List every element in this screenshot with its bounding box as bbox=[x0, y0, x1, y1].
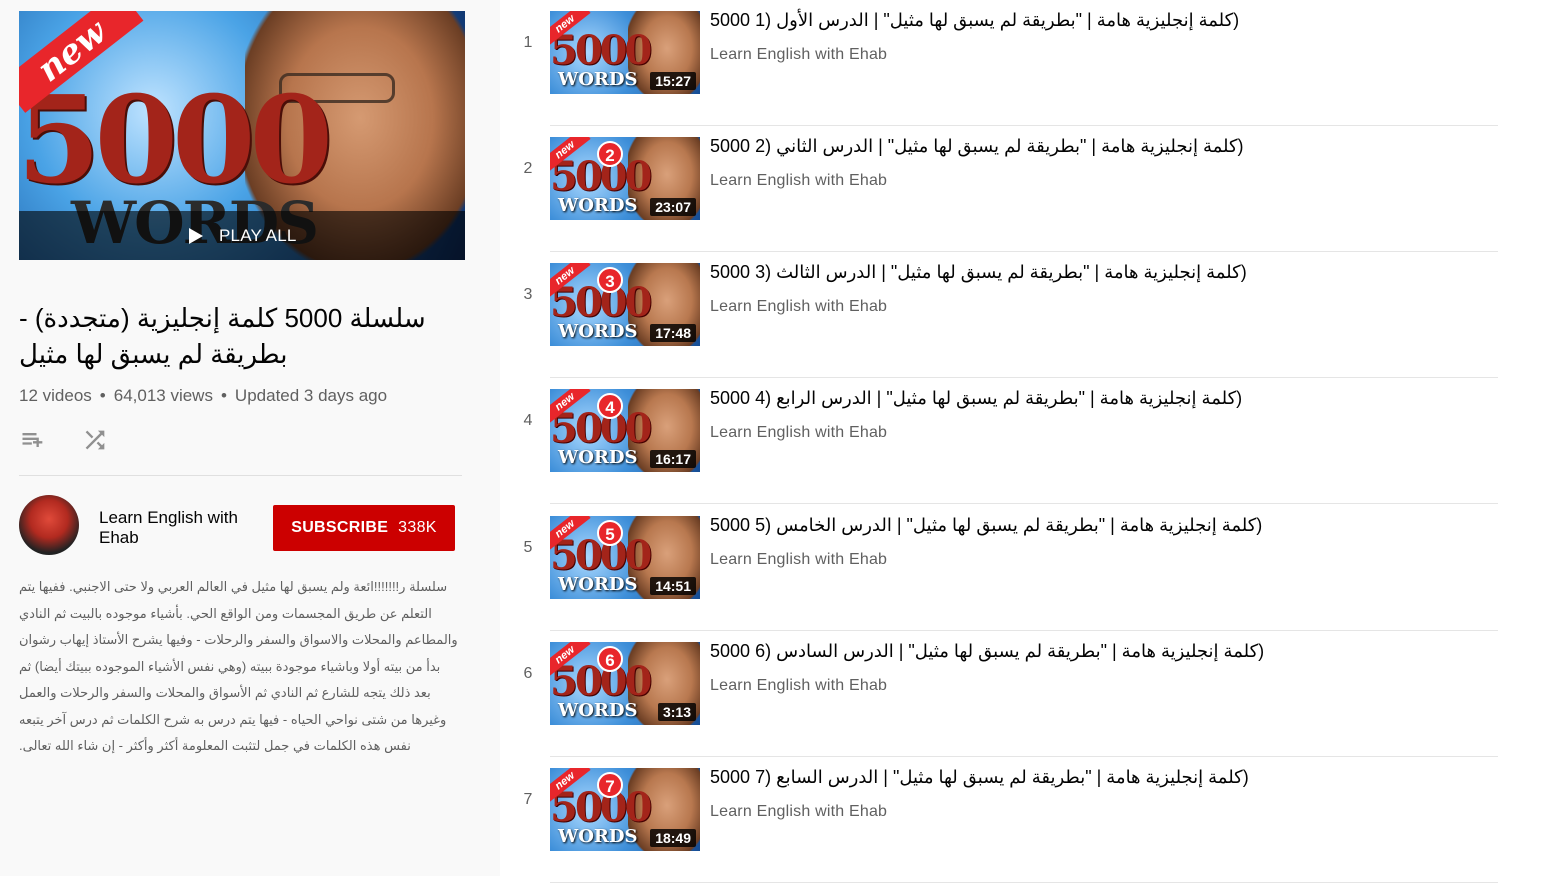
video-count: 12 videos bbox=[19, 386, 92, 405]
playlist-owner: Learn English with Ehab bbox=[19, 495, 238, 555]
episode-number-badge: 5 bbox=[597, 520, 623, 546]
row-divider bbox=[550, 503, 1498, 504]
playlist-video-row[interactable]: 2 5000 WORDS new 2 23:07 (كلمة إنجليزية … bbox=[510, 126, 1498, 252]
channel-name[interactable]: Learn English with Ehab bbox=[99, 508, 259, 548]
subscriber-count: 338K bbox=[398, 519, 437, 536]
video-index: 4 bbox=[523, 412, 533, 429]
video-index: 1 bbox=[523, 34, 533, 51]
thumbnail-number-text: 5000 bbox=[550, 27, 652, 74]
video-channel[interactable]: Learn English with Ehab bbox=[710, 551, 887, 569]
thumbnail-words-text: WORDS bbox=[558, 700, 638, 721]
thumbnail-words-text: WORDS bbox=[558, 826, 638, 847]
playlist-video-row[interactable]: 4 5000 WORDS new 4 16:17 (كلمة إنجليزية … bbox=[510, 378, 1498, 504]
video-title[interactable]: (كلمة إنجليزية هامة | "بطريقة لم يسبق له… bbox=[710, 262, 1247, 283]
video-thumbnail[interactable]: 5000 WORDS new 15:27 bbox=[550, 11, 700, 94]
playlist-sidebar: 5000 WORDS new PLAY ALL سلسلة 5000 كلمة … bbox=[0, 0, 500, 876]
video-duration: 14:51 bbox=[650, 577, 696, 595]
video-duration: 18:49 bbox=[650, 829, 696, 847]
hero-number-text: 5000 bbox=[19, 70, 333, 211]
video-channel[interactable]: Learn English with Ehab bbox=[710, 424, 887, 442]
video-thumbnail[interactable]: 5000 WORDS new 2 23:07 bbox=[550, 137, 700, 220]
video-channel[interactable]: Learn English with Ehab bbox=[710, 803, 887, 821]
video-channel[interactable]: Learn English with Ehab bbox=[710, 677, 887, 695]
video-duration: 3:13 bbox=[657, 703, 696, 721]
thumbnail-words-text: WORDS bbox=[558, 321, 638, 342]
sidebar-divider bbox=[19, 475, 462, 476]
video-thumbnail[interactable]: 5000 WORDS new 6 3:13 bbox=[550, 642, 700, 725]
playlist-description: سلسلة ر!!!!!!!ائعة ولم يسبق لها مثيل في … bbox=[19, 579, 458, 753]
play-all-label: PLAY ALL bbox=[219, 225, 297, 245]
video-index: 3 bbox=[523, 286, 533, 303]
playlist-video-row[interactable]: 5 5000 WORDS new 5 14:51 (كلمة إنجليزية … bbox=[510, 505, 1498, 631]
video-channel[interactable]: Learn English with Ehab bbox=[710, 298, 887, 316]
video-duration: 15:27 bbox=[650, 72, 696, 90]
video-title[interactable]: (كلمة إنجليزية هامة | "بطريقة لم يسبق له… bbox=[710, 767, 1249, 788]
view-count: 64,013 views bbox=[113, 386, 213, 405]
separator-dot: • bbox=[99, 386, 106, 405]
episode-number-badge: 4 bbox=[597, 393, 623, 419]
play-all-button[interactable]: PLAY ALL bbox=[19, 211, 465, 260]
video-thumbnail[interactable]: 5000 WORDS new 3 17:48 bbox=[550, 263, 700, 346]
video-index: 5 bbox=[523, 539, 533, 556]
video-duration: 16:17 bbox=[650, 450, 696, 468]
video-title[interactable]: (كلمة إنجليزية هامة | "بطريقة لم يسبق له… bbox=[710, 515, 1262, 536]
video-channel[interactable]: Learn English with Ehab bbox=[710, 172, 887, 190]
channel-avatar[interactable] bbox=[19, 495, 79, 555]
separator-dot: • bbox=[220, 386, 227, 405]
playlist-video-row[interactable]: 1 5000 WORDS new 15:27 (كلمة إنجليزية ها… bbox=[510, 0, 1498, 126]
video-index: 2 bbox=[523, 160, 533, 177]
episode-number-badge: 2 bbox=[597, 141, 623, 167]
play-icon bbox=[189, 227, 203, 244]
playlist-video-row[interactable]: 3 5000 WORDS new 3 17:48 (كلمة إنجليزية … bbox=[510, 252, 1498, 378]
thumbnail-words-text: WORDS bbox=[558, 447, 638, 468]
playlist-stats: 12 videos • 64,013 views • Updated 3 day… bbox=[19, 386, 387, 406]
episode-number-badge: 7 bbox=[597, 772, 623, 798]
video-index: 6 bbox=[523, 665, 533, 682]
video-thumbnail[interactable]: 5000 WORDS new 7 18:49 bbox=[550, 768, 700, 851]
playlist-title[interactable]: سلسلة 5000 كلمة إنجليزية (متجددة) - بطري… bbox=[19, 300, 459, 372]
thumbnail-words-text: WORDS bbox=[558, 574, 638, 595]
video-channel[interactable]: Learn English with Ehab bbox=[710, 46, 887, 64]
video-duration: 17:48 bbox=[650, 324, 696, 342]
video-duration: 23:07 bbox=[650, 198, 696, 216]
video-title[interactable]: (كلمة إنجليزية هامة | "بطريقة لم يسبق له… bbox=[710, 136, 1244, 157]
video-thumbnail[interactable]: 5000 WORDS new 5 14:51 bbox=[550, 516, 700, 599]
playlist-hero-thumbnail[interactable]: 5000 WORDS new PLAY ALL bbox=[19, 11, 465, 260]
video-title[interactable]: (كلمة إنجليزية هامة | "بطريقة لم يسبق له… bbox=[710, 10, 1239, 31]
playlist-video-row[interactable]: 6 5000 WORDS new 6 3:13 (كلمة إنجليزية ه… bbox=[510, 631, 1498, 757]
playlist-video-row[interactable]: 7 5000 WORDS new 7 18:49 (كلمة إنجليزية … bbox=[510, 757, 1498, 883]
thumbnail-words-text: WORDS bbox=[558, 195, 638, 216]
subscribe-label: SUBSCRIBE bbox=[291, 519, 389, 536]
video-title[interactable]: (كلمة إنجليزية هامة | "بطريقة لم يسبق له… bbox=[710, 641, 1264, 662]
episode-number-badge: 6 bbox=[597, 646, 623, 672]
subscribe-button[interactable]: SUBSCRIBE 338K bbox=[273, 505, 455, 551]
playlist-add-icon[interactable] bbox=[19, 426, 47, 454]
video-thumbnail[interactable]: 5000 WORDS new 4 16:17 bbox=[550, 389, 700, 472]
updated-time: Updated 3 days ago bbox=[234, 386, 388, 405]
episode-number-badge: 3 bbox=[597, 267, 623, 293]
playlist-actions bbox=[19, 426, 109, 454]
video-index: 7 bbox=[523, 791, 533, 808]
video-title[interactable]: (كلمة إنجليزية هامة | "بطريقة لم يسبق له… bbox=[710, 388, 1242, 409]
shuffle-icon[interactable] bbox=[81, 426, 109, 454]
thumbnail-words-text: WORDS bbox=[558, 69, 638, 90]
